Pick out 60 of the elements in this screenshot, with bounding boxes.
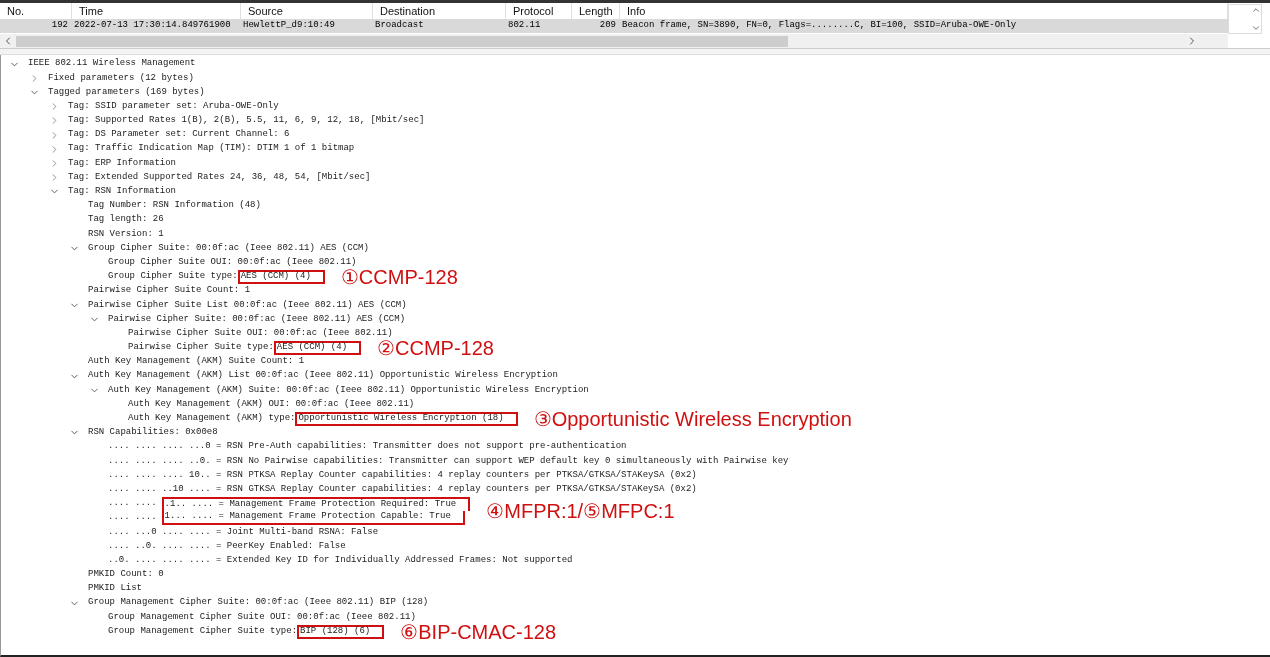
tree-item-text[interactable]: Tag: Supported Rates 1(B), 2(B), 5.5, 11, 6, 9, 12, 18, [Mbit/sec] [68, 114, 425, 128]
table-cell: 192 [51, 19, 68, 33]
tree-item-text[interactable]: .... ...0 .... .... = Joint Multi-band RSNA: False [108, 525, 379, 540]
highlighted-value: AES (CCM) (4) [273, 340, 362, 355]
tree-item-text[interactable]: Tag: Traffic Indication Map (TIM): DTIM 1 of 1 bitmap [68, 142, 355, 156]
highlighted-value: 1... .... = Management Frame Protection Capable: True [161, 511, 465, 526]
tree-item-text[interactable]: IEEE 802.11 Wireless Management [28, 57, 196, 71]
pane-splitter[interactable] [0, 49, 1270, 55]
tree-item-text[interactable]: .... ..0. .... .... = PeerKey Enabled: False [108, 539, 346, 554]
tree-item-text[interactable]: Tag: ERP Information [68, 156, 177, 171]
tree-item-text[interactable]: .... .... ..10 .... = RSN GTKSA Replay Counter capabilities: 4 replay counters per PTKSA/GTKSA/STAKeySA (0x2) [108, 482, 697, 497]
annotation-text: ③Opportunistic Wireless Encryption [533, 408, 852, 429]
tree-item-text[interactable]: Tag: Extended Supported Rates 24, 36, 48, 54, [Mbit/sec] [68, 170, 371, 185]
tree-item-text[interactable]: Tag Number: RSN Information (48) [88, 199, 261, 213]
tree-item-text[interactable]: .... .... .... 10.. = RSN PTKSA Replay Counter capabilities: 4 replay counters per PTKSA/GTKSA/STAKeySA (0x2) [108, 468, 697, 483]
scroll-up-icon[interactable] [1251, 5, 1261, 15]
table-cell: 209 [599, 19, 616, 33]
table-cell: Beacon frame, SN=3890, FN=0, Flags=........C, BI=100, SSID=Aruba-OWE-Only [622, 19, 1017, 33]
tree-item-text[interactable]: .... .... .... ...0 = RSN Pre-Auth capabilities: Transmitter does not support pre-authentication [108, 440, 627, 454]
tree-item-text[interactable]: Pairwise Cipher Suite List 00:0f:ac (Ieee 802.11) AES (CCM) [88, 298, 407, 313]
tree-item-text[interactable]: Tag: DS Parameter set: Current Channel: 6 [68, 128, 290, 142]
highlighted-value: Opportunistic Wireless Encryption (18) [295, 411, 518, 426]
tree-item-text[interactable]: Group Management Cipher Suite type: [108, 624, 298, 639]
tree-item-text[interactable]: ..0. .... .... .... = Extended Key ID for Individually Addressed Frames: Not supported [108, 553, 573, 568]
highlighted-value: .1.. .... = Management Frame Protection Required: True [161, 496, 471, 511]
tree-item-text[interactable]: Tag: RSN Information [68, 185, 177, 199]
highlighted-value: BIP (128) (6) [297, 624, 385, 639]
tree-item-text[interactable]: Auth Key Management (AKM) type: [128, 412, 296, 426]
tree-item-text[interactable]: Auth Key Management (AKM) Suite: 00:0f:ac (Ieee 802.11) Opportunistic Wireless Encryption [108, 383, 589, 398]
horizontal-scrollbar[interactable] [0, 34, 1228, 48]
tree-item-text[interactable]: Pairwise Cipher Suite type: [128, 341, 274, 355]
tree-item-text[interactable]: .... .... [108, 511, 157, 525]
tree-item-text[interactable]: Auth Key Management (AKM) Suite Count: 1 [88, 355, 305, 369]
tree-item-text[interactable]: PMKID List [88, 582, 142, 596]
tree-item-text[interactable]: Group Management Cipher Suite: 00:0f:ac (Ieee 802.11) BIP (128) [88, 596, 429, 610]
table-cell: Broadcast [375, 19, 424, 33]
annotation-text: ④MFPR:1/⑤MFPC:1 [486, 500, 675, 521]
table-cell: 2022-07-13 17:30:14.849761900 [74, 19, 231, 33]
scrollbar-thumb[interactable] [16, 35, 788, 47]
tree-item-text[interactable]: RSN Version: 1 [88, 227, 164, 242]
tree-item-text[interactable]: Auth Key Management (AKM) OUI: 00:0f:ac (Ieee 802.11) [128, 397, 415, 412]
tree-item-text[interactable]: Group Cipher Suite: 00:0f:ac (Ieee 802.11) AES (CCM) [88, 241, 369, 256]
highlighted-value: AES (CCM) (4) [237, 269, 325, 284]
table-cell: 802.11 [508, 19, 541, 33]
tree-item-text[interactable]: Pairwise Cipher Suite: 00:0f:ac (Ieee 802.11) AES (CCM) [108, 312, 406, 327]
tree-item-text[interactable]: Fixed parameters (12 bytes) [48, 71, 194, 86]
tree-item-text[interactable]: RSN Capabilities: 0x00e8 [88, 426, 218, 440]
tree-item-text[interactable]: Tag: SSID parameter set: Aruba-OWE-Only [68, 99, 279, 114]
tree-item-text[interactable]: Pairwise Cipher Suite Count: 1 [88, 284, 251, 298]
tree-item-text[interactable]: .... .... .... ..0. = RSN No Pairwise capabilities: Transmitter can support WEP default key 0 simultaneously with Pairwise key [108, 454, 789, 469]
tree-item-text[interactable]: Auth Key Management (AKM) List 00:0f:ac (Ieee 802.11) Opportunistic Wireless Encryption [88, 369, 558, 383]
tree-item-text[interactable]: PMKID Count: 0 [88, 568, 164, 582]
packet-row[interactable]: 192 2022-07-13 17:30:14.849761900 HewlettP_d9:10:49 Broadcast 802.11 209 Beacon frame, SN=3890, FN=0, Flags=........C, BI=100, SSID=Aruba-OWE-Only [0, 19, 1228, 33]
vertical-scrollbar[interactable] [1228, 4, 1262, 34]
table-cell: HewlettP_d9:10:49 [243, 19, 335, 33]
tree-item-text[interactable]: .... .... [108, 497, 157, 511]
scroll-down-icon[interactable] [1251, 23, 1261, 33]
tree-item-text[interactable]: Tag length: 26 [88, 213, 164, 227]
tree-item-text[interactable]: Tagged parameters (169 bytes) [48, 85, 205, 100]
tree-item-text[interactable]: Group Cipher Suite type: [108, 270, 238, 284]
